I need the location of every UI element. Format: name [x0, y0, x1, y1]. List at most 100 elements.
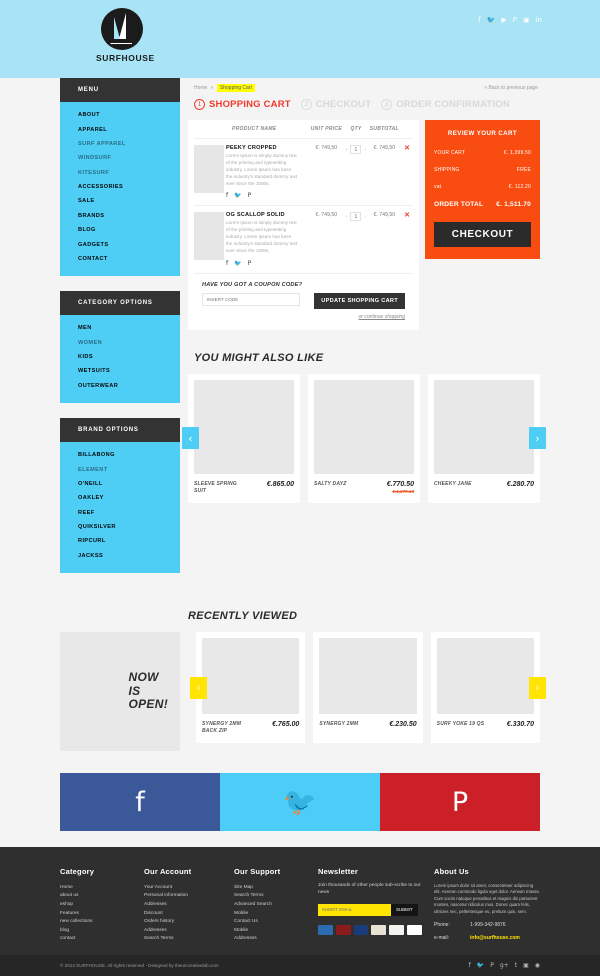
twitter-icon[interactable]: 🐦 [234, 260, 241, 267]
remove-item-icon[interactable]: ✕ [404, 145, 410, 152]
category-item-wetsuits[interactable]: WETSUITS [78, 364, 180, 378]
footer-link-contact-us[interactable]: Contact Us [234, 917, 306, 926]
footer-link-about-us[interactable]: about us [60, 892, 132, 901]
pinterest-icon[interactable]: P [513, 17, 517, 24]
footer-link-blog[interactable]: blog [60, 926, 132, 935]
carousel-prev-icon[interactable]: ‹ [182, 427, 199, 450]
update-shopping-cart-button[interactable]: UPDATE SHOPPING CART [314, 292, 405, 309]
facebook-icon[interactable]: f [226, 260, 228, 267]
sidebar-item-windsurf[interactable]: WINDSURF [78, 151, 180, 165]
tumblr-icon[interactable]: t [515, 962, 517, 969]
coupon-code-input[interactable] [202, 292, 300, 306]
product-card[interactable]: SLEEVE SPRING SUIT €.865.00 [188, 373, 300, 503]
quantity-stepper[interactable]: ‹ 1 › [346, 145, 366, 154]
rss-icon[interactable]: ◉ [535, 962, 540, 969]
footer-link-site-map[interactable]: Site Map [234, 883, 306, 892]
footer-link-home[interactable]: Home [60, 883, 132, 892]
linkedin-icon[interactable]: in [536, 17, 542, 24]
footer-link-eshop[interactable]: eshop [60, 900, 132, 909]
rv-carousel-next-icon[interactable]: › [529, 676, 546, 699]
brand-item-jackss[interactable]: JACKSS [78, 549, 180, 563]
now-is-open-banner[interactable]: NOW IS OPEN! [60, 632, 180, 751]
brand-item-oneill[interactable]: O'NEILL [78, 477, 180, 491]
qty-increment-icon[interactable]: › [364, 147, 366, 153]
footer-link-addresses-2[interactable]: Addresses [144, 926, 222, 935]
facebook-banner[interactable]: f [60, 773, 220, 831]
footer-link-personal-information[interactable]: Personal information [144, 892, 222, 901]
sidebar-item-about[interactable]: ABOUT [78, 108, 180, 122]
breadcrumb-home[interactable]: Home [194, 85, 207, 91]
pinterest-icon[interactable]: P [248, 192, 252, 199]
pinterest-icon[interactable]: P [490, 962, 494, 969]
product-card[interactable]: SURF YOKE 19 QS €.330.70 [430, 632, 540, 743]
footer-link-orders-history[interactable]: Orders history [144, 917, 222, 926]
footer-link-search-terms[interactable]: Search Terms [144, 935, 222, 944]
facebook-icon[interactable]: f [226, 192, 228, 199]
product-card[interactable]: SYNERGY 2MM €.230.50 [313, 632, 423, 743]
footer-link-addresses[interactable]: Addresses [144, 900, 222, 909]
qty-value[interactable]: 1 [350, 145, 362, 154]
qty-decrement-icon[interactable]: ‹ [346, 214, 348, 220]
continue-shopping-link[interactable]: or continue shopping [314, 314, 405, 320]
sidebar-item-contact[interactable]: CONTACT [78, 252, 180, 266]
footer-link-addresses[interactable]: Addresses [234, 935, 306, 944]
facebook-icon[interactable]: f [478, 17, 480, 24]
footer-link-contact[interactable]: contact [60, 935, 132, 944]
newsletter-email-input[interactable] [318, 903, 391, 916]
twitter-icon[interactable]: 🐦 [477, 962, 484, 969]
footer-link-advanced-search[interactable]: Advanced Search [234, 900, 306, 909]
facebook-icon[interactable]: f [469, 962, 471, 969]
step-order-confirmation[interactable]: 3 ORDER CONFIRMATION [381, 99, 510, 110]
checkout-button[interactable]: CHECKOUT [434, 222, 531, 247]
product-name[interactable]: OG SCALLOP SOLID [226, 212, 308, 218]
sidebar-item-apparel[interactable]: APPAREL [78, 122, 180, 136]
brand-item-ripcurl[interactable]: RIPCURL [78, 534, 180, 548]
product-thumbnail[interactable] [194, 138, 226, 207]
sidebar-item-gadgets[interactable]: GADGETS [78, 237, 180, 251]
qty-decrement-icon[interactable]: ‹ [346, 147, 348, 153]
sidebar-item-kitesurf[interactable]: KITESURF [78, 166, 180, 180]
brand-item-quiksilver[interactable]: QUIKSILVER [78, 520, 180, 534]
email-value[interactable]: info@surfhouse.com [470, 935, 520, 941]
step-shopping-cart[interactable]: 1 SHOPPING CART [194, 99, 291, 110]
qty-increment-icon[interactable]: › [364, 214, 366, 220]
pinterest-icon[interactable]: P [248, 260, 252, 267]
googleplus-icon[interactable]: g+ [500, 962, 509, 969]
sidebar-item-brands[interactable]: BRANDS [78, 209, 180, 223]
brand-item-reef[interactable]: REEF [78, 506, 180, 520]
step-checkout[interactable]: 2 CHECKOUT [300, 99, 371, 110]
footer-link-search-terms[interactable]: Search Terms [234, 892, 306, 901]
youtube-icon[interactable]: ▶ [501, 17, 506, 24]
footer-link-discount[interactable]: Discount [144, 909, 222, 918]
newsletter-submit-button[interactable]: SUBMIT [391, 903, 418, 916]
brand-item-element[interactable]: ELEMENT [78, 462, 180, 476]
remove-item-icon[interactable]: ✕ [404, 212, 410, 219]
footer-link-mobile[interactable]: Mobile [234, 909, 306, 918]
brand-item-oakley[interactable]: OAKLEY [78, 491, 180, 505]
brand-item-billabong[interactable]: BILLABONG [78, 448, 180, 462]
sidebar-item-accessories[interactable]: ACCESSORIES [78, 180, 180, 194]
footer-link-new-collections[interactable]: new collections [60, 917, 132, 926]
product-card[interactable]: CHEEKY JANE €.280.70 [428, 373, 540, 503]
twitter-icon[interactable]: 🐦 [487, 17, 496, 24]
product-card[interactable]: SALTY DAYZ €.770.50 €.1,270.18 [308, 373, 420, 503]
quantity-stepper[interactable]: ‹ 1 › [346, 212, 366, 222]
category-item-kids[interactable]: KIDS [78, 350, 180, 364]
footer-link-features[interactable]: Features [60, 909, 132, 918]
instagram-icon[interactable]: ▣ [523, 17, 530, 24]
category-item-women[interactable]: WOMEN [78, 336, 180, 350]
sidebar-item-blog[interactable]: BLOG [78, 223, 180, 237]
twitter-banner[interactable]: 🐦 [220, 773, 380, 831]
footer-link-your-account[interactable]: Your Account [144, 883, 222, 892]
sidebar-item-surf-apparel[interactable]: SURF APPAREL [78, 137, 180, 151]
back-to-previous-page-link[interactable]: « Back to previous page [484, 85, 538, 91]
product-card[interactable]: SYNERGY 2MM BACK ZIP €.765.00 [196, 632, 306, 743]
sidebar-item-sale[interactable]: SALE [78, 194, 180, 208]
rv-carousel-prev-icon[interactable]: ‹ [190, 676, 207, 699]
twitter-icon[interactable]: 🐦 [234, 192, 241, 199]
carousel-next-icon[interactable]: › [529, 427, 546, 450]
instagram-icon[interactable]: ▣ [523, 962, 529, 969]
category-item-men[interactable]: MEN [78, 321, 180, 335]
category-item-outerwear[interactable]: OUTERWEAR [78, 379, 180, 393]
qty-value[interactable]: 1 [350, 212, 362, 222]
